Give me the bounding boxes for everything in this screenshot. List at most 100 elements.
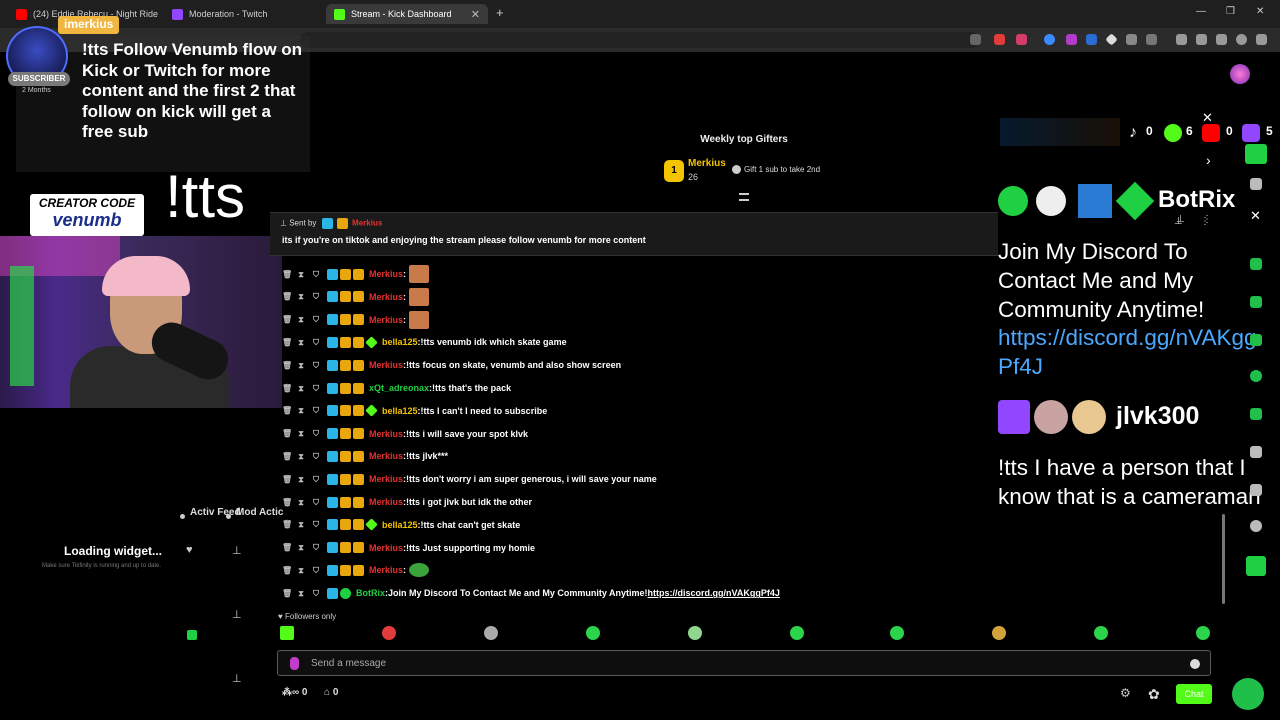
emote-icon[interactable]: [382, 626, 396, 640]
chat-input[interactable]: Send a message: [277, 650, 1211, 676]
timeout-icon[interactable]: ⧗: [297, 452, 305, 461]
extension-icon[interactable]: [1066, 34, 1077, 45]
chat-username[interactable]: Merkius: [369, 429, 403, 439]
extension-icon[interactable]: [1044, 34, 1055, 45]
menu-icon[interactable]: [1256, 34, 1267, 45]
timeout-icon[interactable]: ⧗: [297, 384, 305, 393]
chat-settings-icon[interactable]: ✿: [1148, 686, 1160, 703]
timeout-icon[interactable]: ⧗: [297, 543, 305, 552]
overlay-discord-link[interactable]: https://discord.gg/nVAKggPf4J: [998, 324, 1268, 382]
pin-icon[interactable]: ⊥: [232, 672, 242, 685]
chat-send-button[interactable]: Chat: [1176, 684, 1212, 704]
store-count[interactable]: ⌂ 0: [324, 687, 338, 698]
window-close-button[interactable]: ✕: [1256, 6, 1264, 17]
emote-icon[interactable]: [890, 626, 904, 640]
emote-icon[interactable]: [790, 626, 804, 640]
chat-username[interactable]: Merkius: [369, 451, 403, 461]
timeout-icon[interactable]: ⧗: [297, 475, 305, 484]
ban-icon[interactable]: ⛉: [312, 361, 320, 370]
chat-username[interactable]: Merkius: [369, 497, 403, 507]
shield-icon[interactable]: [1236, 34, 1247, 45]
emote-icon[interactable]: [586, 626, 600, 640]
url-field[interactable]: [300, 32, 980, 48]
ban-icon[interactable]: ⛉: [312, 315, 320, 324]
timeout-icon[interactable]: ⧗: [297, 406, 305, 415]
timeout-icon[interactable]: ⧗: [297, 315, 305, 324]
ban-icon[interactable]: ⛉: [312, 566, 320, 575]
timeout-icon[interactable]: ⧗: [297, 338, 305, 347]
timeout-icon[interactable]: ⧗: [297, 270, 305, 279]
timeout-icon[interactable]: ⧗: [297, 429, 305, 438]
tab-activity-feed[interactable]: Activ Feed: [190, 508, 241, 518]
chat-username[interactable]: bella125: [382, 337, 418, 347]
collapse-icon[interactable]: [739, 193, 749, 201]
stream-preview-icon[interactable]: [1245, 144, 1267, 164]
timeout-icon[interactable]: ⧗: [297, 520, 305, 529]
pin-icon[interactable]: ⊥: [232, 608, 242, 621]
sidebar-icon[interactable]: [1176, 34, 1187, 45]
chat-username[interactable]: bella125: [382, 520, 418, 530]
delete-icon[interactable]: 🗑: [282, 498, 292, 507]
emote-icon[interactable]: [992, 626, 1006, 640]
ban-icon[interactable]: ⛉: [312, 520, 320, 529]
ban-icon[interactable]: ⛉: [312, 452, 320, 461]
profile-avatar[interactable]: [1230, 64, 1250, 84]
puzzle-icon[interactable]: [1126, 34, 1137, 45]
list-icon[interactable]: [1250, 446, 1262, 458]
delete-icon[interactable]: 🗑: [282, 589, 292, 598]
tab-mod-actions[interactable]: Mod Actic: [236, 508, 283, 518]
delete-icon[interactable]: 🗑: [282, 520, 292, 529]
chat-username[interactable]: bella125: [382, 406, 418, 416]
more-icon[interactable]: ⋮: [1202, 214, 1212, 225]
close-icon[interactable]: ✕: [1250, 208, 1261, 224]
close-tab-icon[interactable]: ✕: [471, 8, 480, 21]
share-icon[interactable]: [970, 34, 981, 45]
delete-icon[interactable]: 🗑: [282, 452, 292, 461]
chat-username[interactable]: xQt_adreonax: [369, 383, 429, 393]
new-tab-button[interactable]: +: [496, 5, 504, 20]
ban-icon[interactable]: ⛉: [312, 338, 320, 347]
ban-icon[interactable]: ⛉: [312, 270, 320, 279]
tab-kick-dashboard[interactable]: Stream - Kick Dashboard ✕: [326, 4, 488, 24]
timeout-icon[interactable]: ⧗: [297, 361, 305, 370]
chevron-right-icon[interactable]: ›: [1206, 152, 1211, 168]
ban-icon[interactable]: ⛉: [312, 406, 320, 415]
gifter-name[interactable]: Merkius: [688, 158, 726, 169]
extension-icon[interactable]: [1086, 34, 1097, 45]
chat-username[interactable]: Merkius: [369, 360, 403, 370]
layout-icon[interactable]: [1250, 178, 1262, 190]
widget-icon[interactable]: [187, 630, 197, 640]
emote-icon[interactable]: [1094, 626, 1108, 640]
delete-icon[interactable]: 🗑: [282, 406, 292, 415]
ban-icon[interactable]: ⛉: [312, 384, 320, 393]
timeout-icon[interactable]: ⧗: [297, 589, 305, 598]
chat-message-link[interactable]: https://discord.gg/nVAKggPf4J: [648, 588, 780, 598]
share-nodes-icon[interactable]: [1250, 520, 1262, 532]
pin-icon[interactable]: ⊥: [232, 544, 242, 557]
chat-username[interactable]: BotRix: [356, 588, 385, 598]
extension-icon[interactable]: [1016, 34, 1027, 45]
delete-icon[interactable]: 🗑: [282, 292, 292, 301]
ban-icon[interactable]: ⛉: [312, 292, 320, 301]
ban-icon[interactable]: ⛉: [312, 589, 320, 598]
wrench-icon[interactable]: [1250, 484, 1262, 496]
delete-icon[interactable]: 🗑: [282, 566, 292, 575]
emote-icon[interactable]: [280, 626, 294, 640]
ban-icon[interactable]: ⛉: [312, 429, 320, 438]
pin-icon[interactable]: ⊥: [1176, 214, 1185, 225]
extension-icon[interactable]: [994, 34, 1005, 45]
overlay-scrollbar[interactable]: [1222, 514, 1225, 604]
timeout-icon[interactable]: ⧗: [297, 566, 305, 575]
delete-icon[interactable]: 🗑: [282, 270, 292, 279]
chat-username[interactable]: Merkius: [369, 474, 403, 484]
chat-username[interactable]: Merkius: [369, 565, 403, 575]
delete-icon[interactable]: 🗑: [282, 338, 292, 347]
widget-icon[interactable]: [1246, 556, 1266, 576]
lightning-icon[interactable]: [1250, 296, 1262, 308]
ban-icon[interactable]: ⛉: [312, 498, 320, 507]
ban-icon[interactable]: ⛉: [312, 543, 320, 552]
pinned-sender[interactable]: Merkius: [352, 219, 382, 228]
gift-sub-cta[interactable]: Gift 1 sub to take 2nd: [732, 165, 820, 175]
delete-icon[interactable]: 🗑: [282, 315, 292, 324]
timeout-icon[interactable]: ⧗: [297, 498, 305, 507]
